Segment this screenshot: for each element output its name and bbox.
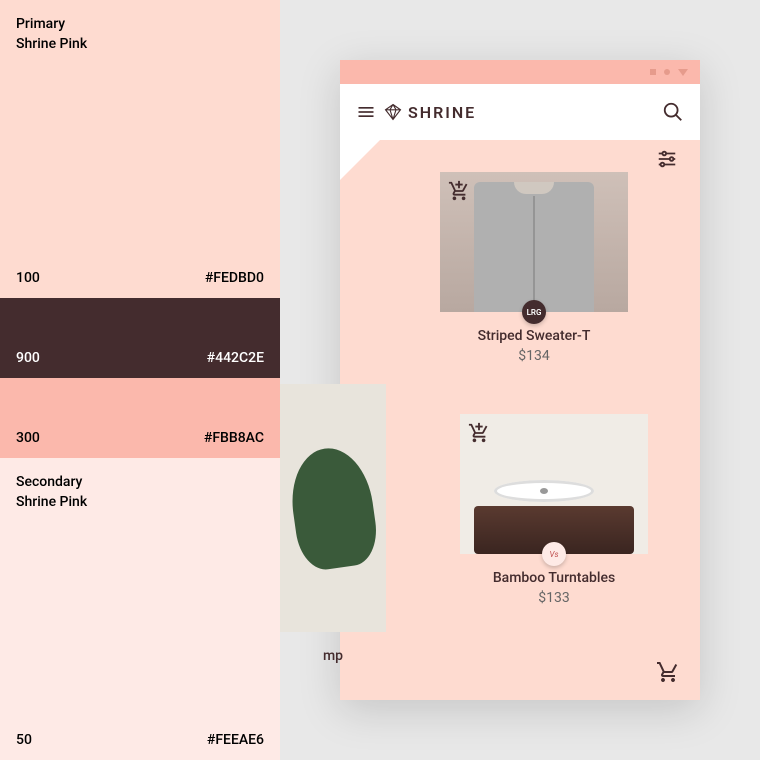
window-minimize-icon[interactable] <box>650 69 656 75</box>
swatch-level: 100 <box>16 270 40 286</box>
window-maximize-icon[interactable] <box>664 69 670 75</box>
swatch-300: 300 #FBB8AC <box>0 378 280 458</box>
product-price: $133 <box>460 590 648 606</box>
product-card[interactable]: Vs Bamboo Turntables $133 <box>460 414 648 606</box>
brand-text: SHRINE <box>408 103 476 122</box>
app-frame: SHRINE LRG Striped Sweater-T $134 <box>340 60 700 700</box>
app-header: SHRINE <box>340 84 700 140</box>
shopping-cart-icon <box>656 660 680 684</box>
product-name: Bamboo Turntables <box>460 570 648 586</box>
swatch-level: 300 <box>16 430 40 446</box>
swatch-label: Primary <box>16 16 264 32</box>
swatch-primary-100: Primary Shrine Pink 100 #FEDBD0 <box>0 0 280 298</box>
brand-badge: Vs <box>542 542 566 566</box>
product-card[interactable]: LRG Striped Sweater-T $134 <box>440 172 628 364</box>
product-grid[interactable]: LRG Striped Sweater-T $134 mp Vs <box>280 144 700 700</box>
swatch-secondary-50: Secondary Shrine Pink 50 #FEEAE6 <box>0 458 280 760</box>
product-name: mp <box>280 648 386 664</box>
swatch-level: 900 <box>16 350 40 366</box>
swatch-level: 50 <box>16 732 32 748</box>
swatch-name: Shrine Pink <box>16 494 264 510</box>
product-card[interactable]: mp <box>280 384 386 664</box>
product-price: $134 <box>440 348 628 364</box>
swatch-hex: #442C2E <box>207 350 264 366</box>
swatch-label: Secondary <box>16 474 264 490</box>
color-palette: Primary Shrine Pink 100 #FEDBD0 900 #442… <box>0 0 280 760</box>
product-name: Striped Sweater-T <box>440 328 628 344</box>
product-image <box>280 384 386 632</box>
add-to-cart-icon[interactable] <box>448 180 470 202</box>
menu-icon[interactable] <box>356 102 376 122</box>
window-titlebar <box>340 60 700 84</box>
swatch-hex: #FEEAE6 <box>207 732 264 748</box>
product-image: LRG <box>440 172 628 312</box>
swatch-name: Shrine Pink <box>16 36 264 52</box>
size-badge: LRG <box>522 300 546 324</box>
window-close-icon[interactable] <box>678 69 688 76</box>
product-image: Vs <box>460 414 648 554</box>
add-to-cart-icon[interactable] <box>468 422 490 444</box>
swatch-900: 900 #442C2E <box>0 298 280 378</box>
brand-logo[interactable]: SHRINE <box>384 103 476 122</box>
swatch-hex: #FBB8AC <box>204 430 264 446</box>
swatch-hex: #FEDBD0 <box>205 270 264 286</box>
diamond-icon <box>384 103 402 121</box>
search-icon[interactable] <box>662 101 684 123</box>
